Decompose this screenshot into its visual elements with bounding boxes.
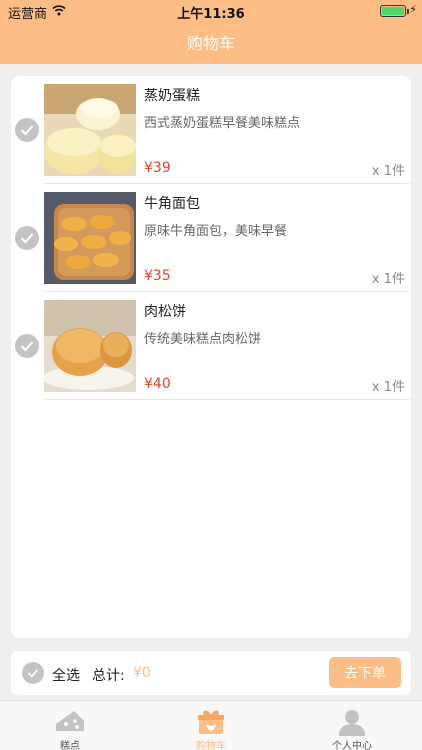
item-quantity: x 1件 bbox=[371, 380, 405, 395]
status-bar: 运营商 上午11:36 ⚡ bbox=[0, 0, 422, 22]
tab-label: 购物车 bbox=[196, 741, 226, 750]
item-check-icon[interactable] bbox=[15, 334, 39, 358]
tab-bar: 糕点 购物车 个人中心 bbox=[0, 700, 422, 750]
item-price: ¥35 bbox=[144, 268, 171, 284]
cart-item[interactable]: 肉松饼 传统美味糕点肉松饼 ¥40 x 1件 bbox=[11, 292, 411, 400]
item-check-icon[interactable] bbox=[15, 118, 39, 142]
place-order-button[interactable]: 去下单 bbox=[329, 657, 401, 688]
item-name: 蒸奶蛋糕 bbox=[144, 88, 200, 104]
select-all-check-icon[interactable] bbox=[22, 662, 44, 684]
item-quantity: x 1件 bbox=[371, 164, 405, 179]
item-name: 牛角面包 bbox=[144, 196, 200, 212]
item-description: 西式蒸奶蛋糕早餐美味糕点 bbox=[144, 116, 301, 131]
total-label: 总计: bbox=[92, 668, 125, 684]
divider bbox=[44, 399, 411, 400]
clock: 上午11:36 bbox=[177, 7, 245, 22]
tab-profile[interactable]: 个人中心 bbox=[282, 701, 422, 750]
battery-icon bbox=[380, 5, 409, 17]
product-image-croissant bbox=[44, 192, 136, 284]
product-image-meat-floss-cake bbox=[44, 300, 136, 392]
item-quantity: x 1件 bbox=[371, 272, 405, 287]
item-price: ¥40 bbox=[144, 376, 171, 392]
total-value: ¥0 bbox=[133, 665, 151, 681]
tab-cakes[interactable]: 糕点 bbox=[0, 701, 140, 750]
item-price: ¥39 bbox=[144, 160, 171, 176]
tab-label: 个人中心 bbox=[332, 741, 372, 750]
charging-icon: ⚡ bbox=[409, 3, 417, 16]
item-description: 传统美味糕点肉松饼 bbox=[144, 332, 262, 347]
item-description: 原味牛角面包，美味早餐 bbox=[144, 224, 288, 239]
gift-box-icon bbox=[198, 710, 224, 734]
page-title: 购物车 bbox=[186, 34, 235, 53]
select-all-label[interactable]: 全选 bbox=[52, 665, 80, 685]
tab-cart[interactable]: 购物车 bbox=[141, 701, 281, 750]
item-check-icon[interactable] bbox=[15, 226, 39, 250]
cart-item[interactable]: 蒸奶蛋糕 西式蒸奶蛋糕早餐美味糕点 ¥39 x 1件 bbox=[11, 76, 411, 184]
tab-label: 糕点 bbox=[60, 741, 80, 750]
checkout-bar: 全选 总计: ¥0 去下单 bbox=[11, 651, 411, 695]
item-name: 肉松饼 bbox=[144, 304, 186, 320]
cart-item[interactable]: 牛角面包 原味牛角面包，美味早餐 ¥35 x 1件 bbox=[11, 184, 411, 292]
navigation-header: 运营商 上午11:36 ⚡ 购物车 bbox=[0, 0, 422, 64]
cake-icon bbox=[56, 711, 84, 731]
product-image-steamed-cake bbox=[44, 84, 136, 176]
cart-list: 蒸奶蛋糕 西式蒸奶蛋糕早餐美味糕点 ¥39 x 1件 牛角面包 原味牛角面包，美… bbox=[11, 76, 411, 638]
user-icon bbox=[339, 710, 365, 736]
